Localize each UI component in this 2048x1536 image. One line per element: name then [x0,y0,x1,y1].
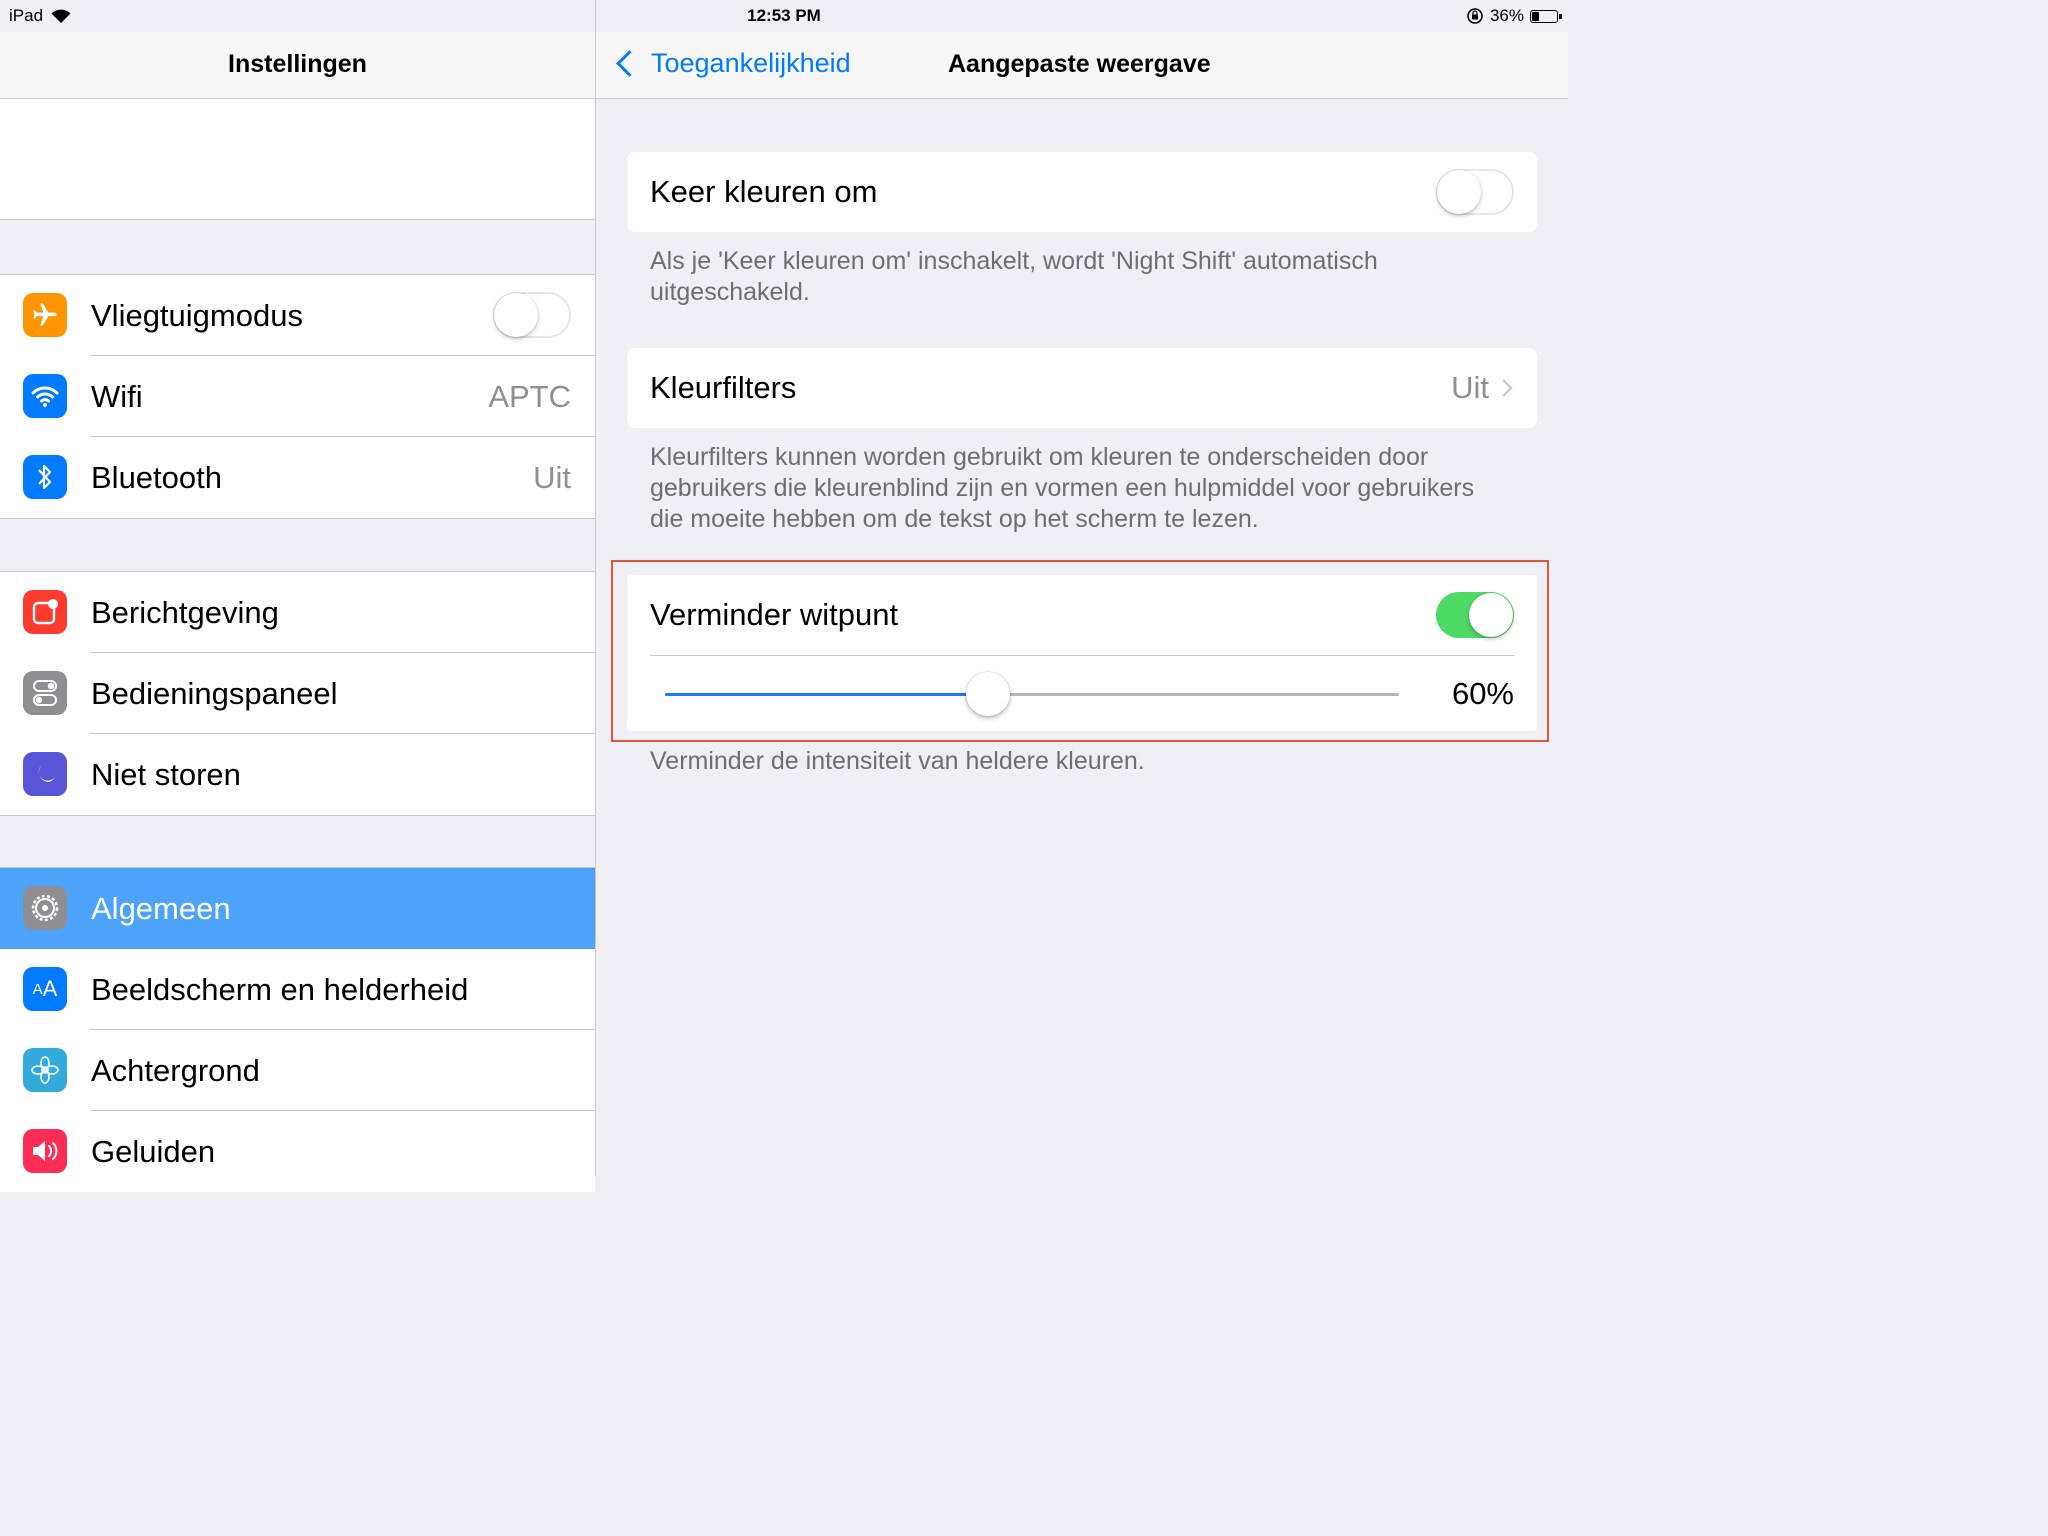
sidebar-item-display-brightness[interactable]: AA Beeldscherm en helderheid [0,949,595,1030]
bluetooth-icon [23,455,67,499]
speaker-icon [23,1129,67,1173]
invert-colors-row[interactable]: Keer kleuren om [627,152,1537,232]
control-center-icon [23,671,67,715]
invert-colors-footer: Als je 'Keer kleuren om' inschakelt, wor… [650,247,1378,306]
gear-icon [23,886,67,930]
sidebar-item-label: Vliegtuigmodus [91,298,303,333]
back-button[interactable]: Toegankelijkheid [614,48,851,79]
bluetooth-status-value: Uit [533,460,571,495]
sidebar-item-do-not-disturb[interactable]: Niet storen [0,734,595,815]
color-filters-footer: Kleurfilters kunnen worden gebruikt om k… [650,443,1475,533]
sidebar-title: Instellingen [228,50,367,78]
sidebar-item-label: Berichtgeving [91,595,279,630]
moon-icon [23,752,67,796]
sidebar-item-label: Geluiden [91,1134,216,1169]
status-time: 12:53 PM [747,6,821,25]
general-group: Algemeen AA Beeldscherm en helderheid Ac… [0,867,595,1192]
color-filters-value: Uit [1451,370,1489,405]
invert-colors-toggle[interactable] [1436,169,1514,215]
sidebar-item-general[interactable]: Algemeen [0,868,595,949]
notifications-group: Berichtgeving Bedieningspaneel Niet stor… [0,571,595,816]
battery-percent: 36% [1489,6,1524,25]
sidebar-item-bluetooth[interactable]: Bluetooth Uit [0,437,595,518]
sidebar-item-label: Niet storen [91,757,241,792]
orientation-lock-icon [1467,8,1483,24]
airplane-mode-toggle[interactable] [493,292,571,338]
white-point-percent: 60% [1451,676,1514,711]
sidebar-item-label: Bluetooth [91,460,222,495]
sidebar-item-control-center[interactable]: Bedieningspaneel [0,653,595,734]
page-title: Aangepaste weergave [948,50,1211,78]
chevron-left-icon [616,50,643,77]
connectivity-group: Vliegtuigmodus Wifi APTC Bluetooth Uit [0,274,595,519]
reduce-white-point-footer: Verminder de intensiteit van heldere kle… [650,747,1145,775]
sidebar-item-label: Algemeen [91,891,231,926]
sidebar-item-label: Beeldscherm en helderheid [91,972,469,1007]
sidebar-item-wifi[interactable]: Wifi APTC [0,356,595,437]
status-bar: iPad 12:53 PM 36% [0,0,1568,32]
sidebar-item-sounds[interactable]: Geluiden [0,1111,595,1192]
battery-icon [1530,9,1562,23]
reduce-white-point-label: Verminder witpunt [650,597,899,632]
reduce-white-point-card: Verminder witpunt 60% [627,575,1537,731]
invert-colors-label: Keer kleuren om [650,174,878,209]
back-button-label: Toegankelijkheid [651,48,851,78]
detail-pane: Toegankelijkheid Aangepaste weergave Kee… [596,0,1568,1176]
wallpaper-flower-icon [23,1048,67,1092]
detail-nav-bar: Toegankelijkheid Aangepaste weergave [596,32,1568,99]
reduce-white-point-toggle[interactable] [1436,592,1514,638]
color-filters-label: Kleurfilters [650,370,797,405]
sidebar-item-label: Wifi [91,379,143,414]
sidebar-nav-bar: Instellingen [0,32,595,99]
sidebar-item-label: Achtergrond [91,1053,260,1088]
sidebar-header-area [0,99,595,220]
white-point-slider[interactable] [665,672,1399,716]
sidebar-item-notifications[interactable]: Berichtgeving [0,572,595,653]
display-brightness-icon: AA [23,967,67,1011]
sidebar-item-airplane-mode[interactable]: Vliegtuigmodus [0,275,595,356]
color-filters-row[interactable]: Kleurfilters Uit [627,348,1537,428]
slider-fill [665,693,988,696]
notifications-icon [23,590,67,634]
airplane-icon [23,293,67,337]
wifi-icon [23,374,67,418]
divider [650,655,1514,656]
slider-thumb[interactable] [965,672,1010,716]
settings-sidebar: Instellingen Vliegtuigmodus Wifi APTC Bl… [0,0,596,1192]
chevron-right-icon [1495,379,1513,397]
sidebar-item-wallpaper[interactable]: Achtergrond [0,1030,595,1111]
wifi-network-value: APTC [488,379,571,414]
sidebar-item-label: Bedieningspaneel [91,676,338,711]
